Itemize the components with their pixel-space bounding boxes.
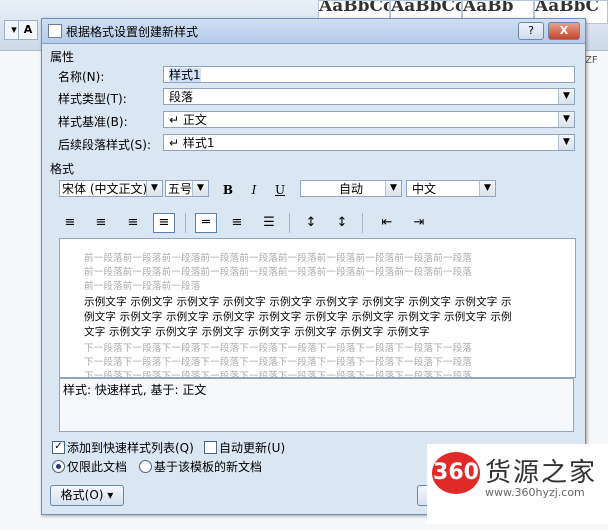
chevron-down-icon[interactable]: ▼ bbox=[558, 135, 574, 150]
only-this-document-radio[interactable] bbox=[52, 460, 65, 473]
font-size-select[interactable]: 五号 ▼ bbox=[165, 180, 209, 197]
decrease-indent-icon[interactable]: ⇤ bbox=[376, 213, 398, 233]
watermark-360hyzj: 360 货源之家 www.360hyzj.com bbox=[427, 444, 608, 524]
chevron-down-icon[interactable]: ▼ bbox=[146, 181, 162, 196]
align-left-icon[interactable]: ≡ bbox=[59, 213, 81, 233]
font-color-select[interactable]: 自动 ▼ bbox=[300, 180, 402, 197]
style-type-label: 样式类型(T): bbox=[58, 92, 127, 106]
toolbar-divider bbox=[289, 213, 290, 233]
only-this-document-label[interactable]: 仅限此文档 bbox=[67, 458, 127, 475]
align-center-icon[interactable]: ≡ bbox=[90, 213, 112, 233]
chevron-down-icon[interactable]: ▼ bbox=[558, 112, 574, 127]
preview-sample-text: 例文字 示例文字 示例文字 示例文字 示例文字 示例文字 示例文字 示例文字 示… bbox=[84, 311, 512, 323]
properties-section-label: 属性 bbox=[50, 50, 75, 64]
font-size-value: 五号 bbox=[168, 182, 193, 196]
ribbon-char-shading-button[interactable]: A bbox=[18, 20, 38, 40]
chevron-down-icon[interactable]: ▼ bbox=[385, 181, 401, 196]
next-style-value: ↵ 样式1 bbox=[169, 136, 215, 150]
preview-sample-text: 文字 示例文字 示例文字 示例文字 示例文字 示例文字 示例文字 示例文字 bbox=[84, 326, 430, 338]
line-spacing-double-icon[interactable]: ☰ bbox=[258, 213, 280, 233]
space-before-icon[interactable]: ↕ bbox=[300, 213, 322, 233]
font-color-value: 自动 bbox=[338, 182, 363, 196]
next-style-label: 后续段落样式(S): bbox=[58, 138, 152, 152]
font-value: 宋体 (中文正文) bbox=[62, 182, 148, 196]
dialog-icon bbox=[48, 24, 62, 38]
style-type-select[interactable]: 段落 ▼ bbox=[163, 88, 575, 105]
line-spacing-single-icon[interactable]: ═ bbox=[195, 213, 217, 233]
line-spacing-1-5-icon[interactable]: ≡ bbox=[226, 213, 248, 233]
chevron-down-icon[interactable]: ▼ bbox=[558, 89, 574, 104]
bold-button[interactable]: B bbox=[219, 181, 237, 199]
based-on-label: 样式基准(B): bbox=[58, 115, 128, 129]
next-style-select[interactable]: ↵ 样式1 ▼ bbox=[163, 134, 575, 151]
auto-update-checkbox[interactable] bbox=[204, 441, 217, 454]
space-after-icon[interactable]: ↕ bbox=[331, 213, 353, 233]
preview-previous-paragraph: 前一段落前一段落前一段落前一段落前一段落前一段落前一段落前一段落前一段落前一段落 bbox=[84, 267, 473, 278]
preview-next-paragraph: 下一段落下一段落下一段落下一段落下一段落下一段落下一段落下一段落下一段落下一段落 bbox=[84, 343, 473, 354]
toolbar-divider bbox=[362, 213, 363, 233]
help-button[interactable]: ? bbox=[518, 22, 544, 40]
new-docs-template-label[interactable]: 基于该模板的新文档 bbox=[154, 458, 262, 475]
preview-sample-text: 示例文字 示例文字 示例文字 示例文字 示例文字 示例文字 示例文字 示例文字 … bbox=[84, 296, 512, 308]
close-button[interactable]: X bbox=[548, 22, 580, 40]
language-select[interactable]: 中文 ▼ bbox=[406, 180, 496, 197]
style-name-value: 样式1 bbox=[169, 68, 201, 82]
format-menu-button[interactable]: 格式(O) ▾ bbox=[50, 485, 124, 506]
font-select[interactable]: 宋体 (中文正文) ▼ bbox=[59, 180, 163, 197]
name-label: 名称(N): bbox=[58, 70, 105, 84]
align-justify-icon[interactable]: ≡ bbox=[153, 213, 175, 233]
italic-button[interactable]: I bbox=[245, 181, 263, 199]
style-name-input[interactable]: 样式1 bbox=[163, 66, 575, 83]
style-preview-pane: 前一段落前一段落前一段落前一段落前一段落前一段落前一段落前一段落前一段落前一段落… bbox=[59, 238, 576, 378]
language-value: 中文 bbox=[412, 182, 437, 196]
add-quick-style-label[interactable]: 添加到快速样式列表(Q) bbox=[67, 439, 194, 456]
format-section-label: 格式 bbox=[50, 162, 75, 176]
watermark-name: 货源之家 bbox=[485, 458, 598, 488]
new-docs-template-radio[interactable] bbox=[139, 460, 152, 473]
align-right-icon[interactable]: ≡ bbox=[122, 213, 144, 233]
dialog-title: 根据格式设置创建新样式 bbox=[66, 25, 199, 39]
preview-previous-paragraph: 前一段落前一段落前一段落 bbox=[84, 281, 201, 292]
underline-button[interactable]: U bbox=[271, 181, 289, 199]
watermark-url: www.360hyzj.com bbox=[485, 486, 585, 499]
create-style-dialog: 根据格式设置创建新样式 ? X 属性 名称(N): 样式1 样式类型(T): 段… bbox=[41, 18, 586, 515]
watermark-logo: 360 bbox=[432, 452, 480, 494]
side-ruler-text: ZF bbox=[585, 55, 598, 66]
preview-next-paragraph: 下一段落下一段落下一段落下一段落下一段落下一段落下一段落下一段落下一段落下一段落 bbox=[84, 371, 473, 378]
style-description: 样式: 快速样式, 基于: 正文 bbox=[59, 378, 574, 432]
based-on-value: ↵ 正文 bbox=[169, 113, 207, 127]
add-quick-style-checkbox[interactable]: ✓ bbox=[52, 441, 65, 454]
preview-previous-paragraph: 前一段落前一段落前一段落前一段落前一段落前一段落前一段落前一段落前一段落前一段落 bbox=[84, 253, 473, 264]
preview-next-paragraph: 下一段落下一段落下一段落下一段落下一段落下一段落下一段落下一段落下一段落下一段落 bbox=[84, 357, 473, 368]
increase-indent-icon[interactable]: ⇥ bbox=[408, 213, 430, 233]
chevron-down-icon[interactable]: ▼ bbox=[192, 181, 208, 196]
toolbar-divider bbox=[185, 213, 186, 233]
auto-update-label[interactable]: 自动更新(U) bbox=[219, 439, 285, 456]
dialog-titlebar[interactable]: 根据格式设置创建新样式 ? X bbox=[42, 19, 585, 44]
style-type-value: 段落 bbox=[169, 90, 194, 104]
based-on-select[interactable]: ↵ 正文 ▼ bbox=[163, 111, 575, 128]
chevron-down-icon[interactable]: ▼ bbox=[479, 181, 495, 196]
